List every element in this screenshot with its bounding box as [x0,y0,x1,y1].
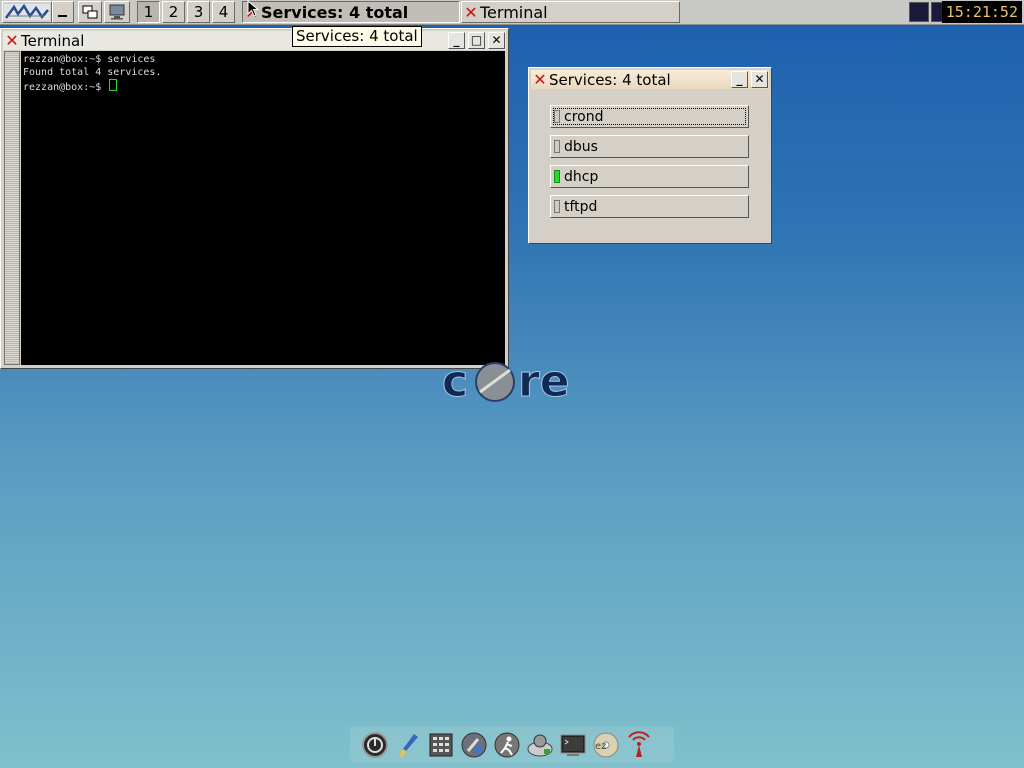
task-title: Terminal [480,2,548,22]
show-desktop-button[interactable] [104,1,130,23]
services-titlebar[interactable]: ✕ Services: 4 total _ ✕ [531,70,769,89]
service-name: crond [564,108,604,125]
clock[interactable]: 15:21:52 [941,1,1022,23]
service-button-tftpd[interactable]: tftpd [550,195,749,218]
tooltip-text: Services: 4 total [296,27,418,45]
monitor-icon [109,4,125,20]
service-status-led [554,110,560,123]
paintbrush-icon[interactable] [393,730,423,760]
terminal-cursor [109,79,118,91]
terminal-prompt-line: rezzan@box:~$ [23,79,503,94]
workspace-2-button[interactable]: 2 [162,1,185,23]
task-services[interactable]: ✕ Services: 4 total [242,1,460,23]
terminal-line: rezzan@box:~$ services [23,54,156,65]
task-title: Services: 4 total [261,2,409,22]
terminal-window[interactable]: ✕ Terminal _ □ ✕ rezzan@box:~$ services … [0,28,509,369]
clock-text: 15:21:52 [945,3,1018,21]
cpu-monitor-icon [909,2,929,22]
terminal-titlebar[interactable]: ✕ Terminal _ □ ✕ [3,31,506,50]
maximize-icon: □ [470,33,483,47]
close-icon: ✕ [754,72,765,86]
taskbar: 1 2 3 4 ✕ Services: 4 total ✕ Terminal 1… [0,0,1024,25]
service-name: dbus [564,138,598,155]
app-x-icon: ✕ [533,70,547,89]
icewm-menu-button[interactable] [2,1,52,23]
workspace-label: 1 [143,3,154,21]
task-terminal[interactable]: ✕ Terminal [461,1,680,23]
service-name: dhcp [564,168,599,185]
close-button[interactable]: ✕ [751,71,768,88]
windows-icon [82,5,98,19]
service-button-dbus[interactable]: dbus [550,135,749,158]
mouse-pointer-icon [247,0,259,17]
close-icon: ✕ [491,33,502,47]
runner-icon[interactable] [492,730,522,760]
minimize-all-button[interactable] [52,1,74,23]
workspace-label: 2 [168,3,179,21]
service-name: tftpd [564,198,598,215]
service-status-led [554,200,560,213]
svg-text:c: c [442,358,468,406]
workspace-label: 3 [193,3,204,21]
svg-text:re: re [518,358,570,406]
close-button[interactable]: ✕ [488,32,505,49]
tinycore-logo: c re [442,358,571,406]
window-title: Terminal [21,31,85,50]
maximize-button[interactable]: □ [468,32,485,49]
workspace-label: 4 [218,3,229,21]
icewm-logo-icon [4,4,50,20]
workspace-3-button[interactable]: 3 [187,1,210,23]
minimize-button[interactable]: _ [448,32,465,49]
app-x-icon: ✕ [5,31,19,50]
minimize-icon: _ [453,33,460,47]
calculator-icon[interactable] [426,730,456,760]
tooltip: Services: 4 total [292,26,422,47]
services-window[interactable]: ✕ Services: 4 total _ ✕ crond dbus dhcp … [528,67,772,244]
terminal-scrollbar[interactable] [4,51,20,365]
terminal-output[interactable]: rezzan@box:~$ services Found total 4 ser… [21,51,505,365]
workspace-4-button[interactable]: 4 [212,1,235,23]
minimize-icon [58,15,67,17]
service-button-dhcp[interactable]: dhcp [550,165,749,188]
svg-text:ez: ez [595,741,606,752]
workspace-1-button[interactable]: 1 [137,1,160,23]
service-status-led [554,140,560,153]
terminal-line: Found total 4 services. [23,67,162,78]
window-list-button[interactable] [78,1,102,23]
apps-icon[interactable] [525,730,555,760]
terminal-icon[interactable] [558,730,588,760]
minimize-button[interactable]: _ [731,71,748,88]
service-status-led [554,170,560,183]
service-button-crond[interactable]: crond [550,105,749,128]
wrench-icon[interactable] [459,730,489,760]
minimize-icon: _ [736,72,743,86]
wifi-icon[interactable] [624,730,654,760]
window-title: Services: 4 total [549,70,671,89]
app-x-icon: ✕ [464,2,478,22]
power-icon[interactable] [360,730,390,760]
ezremaster-icon[interactable]: ez [591,730,621,760]
dock: ez [350,726,674,763]
terminal-prompt: rezzan@box:~$ [23,82,108,93]
